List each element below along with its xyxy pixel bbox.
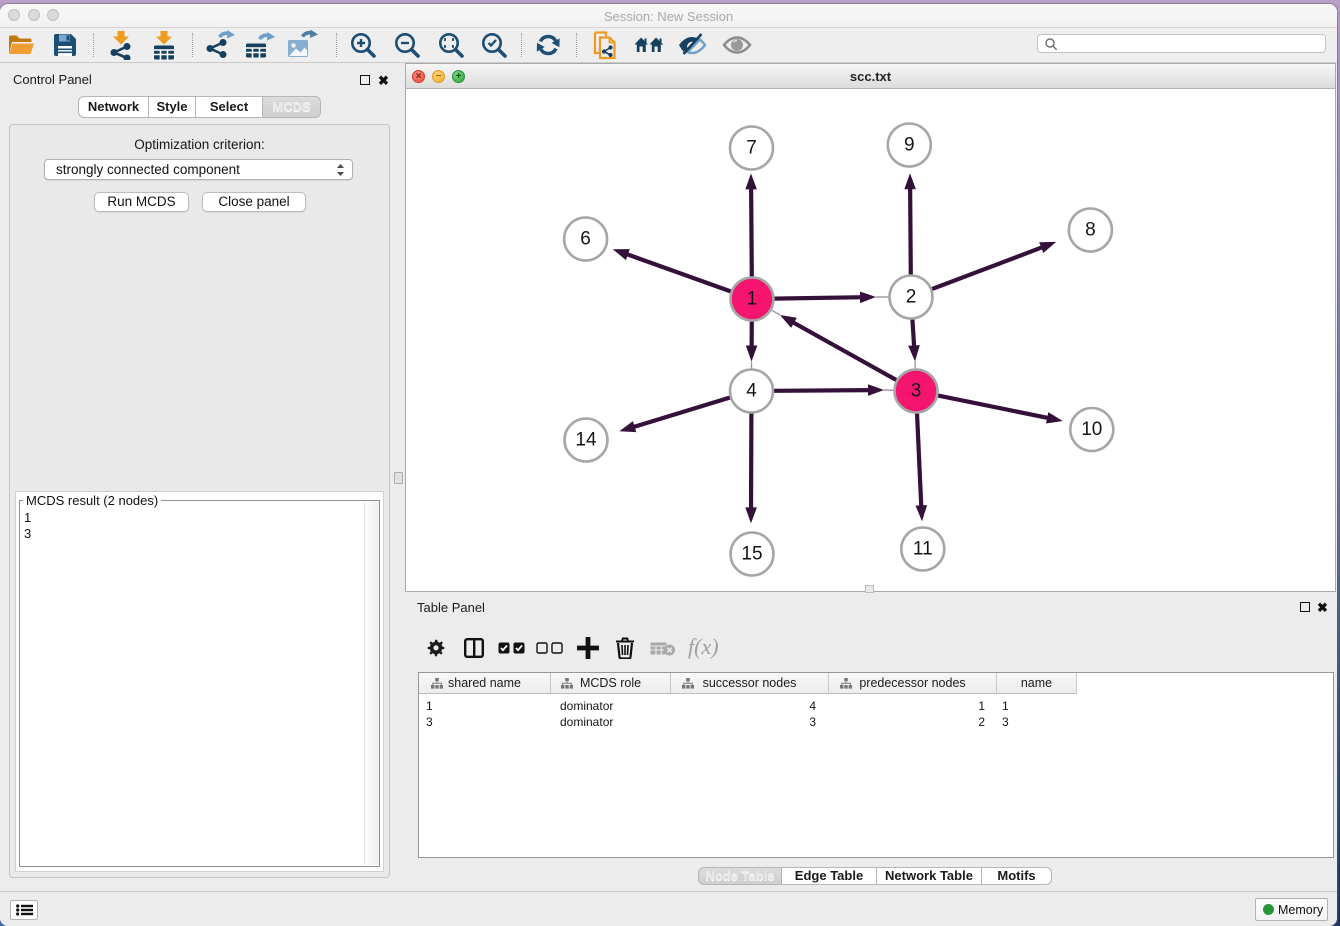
svg-text:4: 4 xyxy=(746,381,757,402)
svg-text:11: 11 xyxy=(913,539,933,560)
svg-text:10: 10 xyxy=(1081,419,1102,440)
svg-text:8: 8 xyxy=(1085,220,1096,241)
svg-text:9: 9 xyxy=(904,135,915,156)
svg-text:2: 2 xyxy=(906,287,917,308)
svg-text:3: 3 xyxy=(911,381,922,402)
svg-text:6: 6 xyxy=(580,229,591,250)
svg-text:1: 1 xyxy=(747,289,758,310)
svg-text:14: 14 xyxy=(575,430,597,451)
svg-text:15: 15 xyxy=(741,544,762,565)
svg-text:7: 7 xyxy=(746,138,757,159)
